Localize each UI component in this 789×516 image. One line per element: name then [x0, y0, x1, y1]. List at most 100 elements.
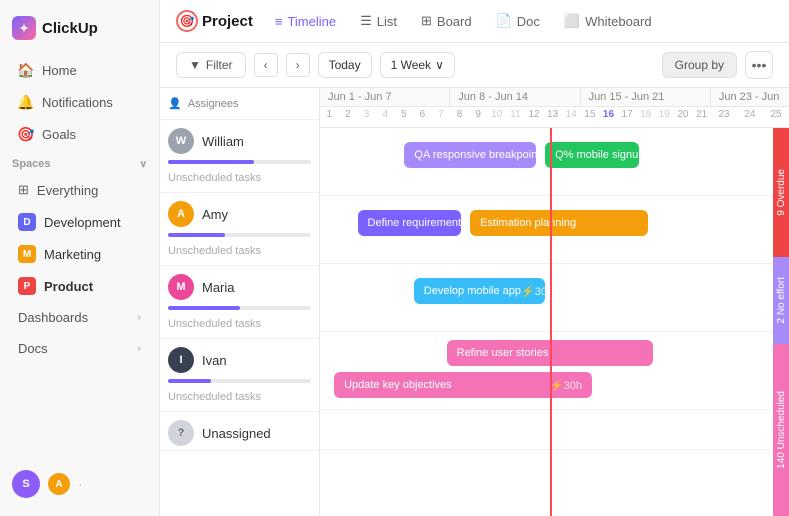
marketing-badge: M	[18, 245, 36, 263]
sidebar-item-docs[interactable]: Docs ›	[6, 334, 153, 363]
gantt-chart: Jun 1 - Jun 7 1 2 3 4 5 6 7 Jun 8 - Jun …	[320, 88, 789, 516]
bar-effort2-icon: ⚡30h	[521, 285, 545, 298]
progress-bar-maria	[168, 306, 311, 310]
gantt-rows: QA responsive breakpoints ⚡30h Q% mobile…	[320, 128, 789, 450]
dashboards-chevron: ›	[138, 312, 141, 323]
spaces-section-header: Spaces ∨	[0, 150, 159, 174]
bar-develop-mobile[interactable]: Develop mobile app ⚡30h	[414, 278, 545, 304]
bar-effort3-icon: ⚡30h	[550, 379, 582, 392]
progress-fill-william	[168, 160, 254, 164]
top-navigation: 🎯 Project ≡ Timeline ☰ List ⊞ Board 📄 Do…	[160, 0, 789, 43]
sidebar-item-notifications[interactable]: 🔔 Notifications	[6, 87, 153, 117]
bell-icon: 🔔	[18, 94, 34, 110]
docs-chevron: ›	[138, 343, 141, 354]
week-selector[interactable]: 1 Week ∨	[380, 52, 455, 78]
assignee-row-maria: M Maria Unscheduled tasks	[160, 266, 319, 339]
date-group-jun15: Jun 15 - Jun 21 15 16 17 18 19 20 21	[581, 88, 711, 127]
spaces-chevron[interactable]: ∨	[140, 159, 147, 170]
assignee-column: 👤 Assignees W William Unscheduled tasks …	[160, 88, 320, 516]
bar-update-key-objectives[interactable]: Update key objectives ⚡30h	[334, 372, 592, 398]
more-options-button[interactable]: •••	[745, 51, 773, 79]
unscheduled-william: Unscheduled tasks	[160, 168, 319, 192]
today-button[interactable]: Today	[318, 52, 372, 78]
assignee-name-william: William	[202, 134, 244, 149]
progress-fill-maria	[168, 306, 240, 310]
sidebar-item-home-label: Home	[42, 63, 77, 78]
timeline-icon: ≡	[275, 14, 283, 29]
home-icon: 🏠	[18, 62, 34, 78]
sidebar-item-dashboards[interactable]: Dashboards ›	[6, 303, 153, 332]
bar-qa-responsive[interactable]: QA responsive breakpoints ⚡30h	[404, 142, 535, 168]
sidebar-item-goals[interactable]: 🎯 Goals	[6, 119, 153, 149]
assignee-row-ivan: I Ivan Unscheduled tasks	[160, 339, 319, 412]
sidebar-item-notifications-label: Notifications	[42, 95, 113, 110]
assignee-name-amy: Amy	[202, 207, 228, 222]
development-badge: D	[18, 213, 36, 231]
chevron-down-icon: ∨	[435, 58, 444, 72]
assignee-name-unassigned: Unassigned	[202, 426, 271, 441]
doc-icon: 📄	[496, 13, 512, 29]
assignee-name-maria: Maria	[202, 280, 235, 295]
nav-prev-button[interactable]: ‹	[254, 53, 278, 77]
right-labels: 9 Overdue 2 No effort 140 Unscheduled	[773, 128, 789, 516]
user-avatar-secondary[interactable]: A	[48, 473, 70, 495]
sidebar-item-everything[interactable]: ⊞ Everything	[6, 175, 153, 205]
unscheduled-ivan: Unscheduled tasks	[160, 387, 319, 411]
no-effort-label[interactable]: 2 No effort	[773, 257, 789, 343]
timeline-area: 👤 Assignees W William Unscheduled tasks …	[160, 88, 789, 516]
everything-label: Everything	[37, 183, 98, 198]
product-badge: P	[18, 277, 36, 295]
filter-icon: ▼	[189, 58, 201, 72]
progress-fill-ivan	[168, 379, 211, 383]
sidebar-item-home[interactable]: 🏠 Home	[6, 55, 153, 85]
avatar-maria: M	[168, 274, 194, 300]
gantt-row-unassigned	[320, 410, 789, 450]
group-by-button[interactable]: Group by	[662, 52, 737, 78]
tab-whiteboard[interactable]: ⬜ Whiteboard	[554, 8, 662, 34]
nav-next-button[interactable]: ›	[286, 53, 310, 77]
main-content: 🎯 Project ≡ Timeline ☰ List ⊞ Board 📄 Do…	[160, 0, 789, 516]
user-avatar-primary[interactable]: S	[12, 470, 40, 498]
tab-timeline[interactable]: ≡ Timeline	[265, 9, 346, 34]
avatar-william: W	[168, 128, 194, 154]
assignee-row-amy: A Amy Unscheduled tasks	[160, 193, 319, 266]
unscheduled-amy: Unscheduled tasks	[160, 241, 319, 265]
sidebar-item-marketing[interactable]: M Marketing	[6, 239, 153, 269]
assignee-row-unassigned: ? Unassigned	[160, 412, 319, 451]
tab-board[interactable]: ⊞ Board	[411, 8, 482, 34]
project-icon: 🎯	[176, 10, 198, 32]
unscheduled-right-label[interactable]: 140 Unscheduled	[773, 344, 789, 516]
avatar-unassigned: ?	[168, 420, 194, 446]
tab-doc[interactable]: 📄 Doc	[486, 8, 550, 34]
gantt-row-ivan: Refine user stories Update key objective…	[320, 332, 789, 410]
filter-button[interactable]: ▼ Filter	[176, 52, 246, 78]
assignee-column-header: 👤 Assignees	[160, 88, 319, 120]
app-logo: ✦ ClickUp	[0, 10, 159, 54]
bar-estimation-planning[interactable]: Estimation planning	[470, 210, 648, 236]
assignee-icon: 👤	[168, 97, 182, 110]
everything-icon: ⊞	[18, 182, 29, 198]
date-group-jun23: Jun 23 - Jun 23 24 25	[711, 88, 789, 127]
product-label: Product	[44, 279, 93, 294]
overdue-label[interactable]: 9 Overdue	[773, 128, 789, 257]
date-group-jun8: Jun 8 - Jun 14 8 9 10 11 12 13 14	[450, 88, 580, 127]
bar-define-requirements[interactable]: Define requirements	[358, 210, 461, 236]
assignee-row-william: W William Unscheduled tasks	[160, 120, 319, 193]
gantt-row-william: QA responsive breakpoints ⚡30h Q% mobile…	[320, 128, 789, 196]
list-icon: ☰	[360, 13, 372, 29]
sidebar: ✦ ClickUp 🏠 Home 🔔 Notifications 🎯 Goals…	[0, 0, 160, 516]
board-icon: ⊞	[421, 13, 432, 29]
gantt-row-amy: Define requirements Estimation planning	[320, 196, 789, 264]
tab-list[interactable]: ☰ List	[350, 8, 407, 34]
progress-bar-william	[168, 160, 311, 164]
toolbar: ▼ Filter ‹ › Today 1 Week ∨ Group by •••	[160, 43, 789, 88]
sidebar-item-goals-label: Goals	[42, 127, 76, 142]
sidebar-item-product[interactable]: P Product	[6, 271, 153, 301]
unscheduled-maria: Unscheduled tasks	[160, 314, 319, 338]
sidebar-item-development[interactable]: D Development	[6, 207, 153, 237]
marketing-label: Marketing	[44, 247, 101, 262]
date-group-jun1: Jun 1 - Jun 7 1 2 3 4 5 6 7	[320, 88, 450, 127]
development-label: Development	[44, 215, 121, 230]
bar-mobile-signup[interactable]: Q% mobile signup.. 🔵	[545, 142, 639, 168]
avatar-ivan: I	[168, 347, 194, 373]
